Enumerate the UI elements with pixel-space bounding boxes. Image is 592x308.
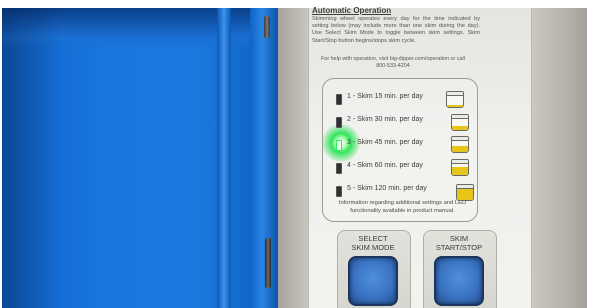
help-contact-text: For help with operation, visit big-dippe… (321, 56, 465, 69)
jar-level-icon (451, 114, 469, 131)
led-indicator (336, 117, 342, 128)
housing-side (532, 8, 587, 308)
skim-mode-row: 5 - Skim 120 min. per day (336, 184, 476, 198)
jar-fill (447, 104, 463, 107)
jar-level-icon (446, 91, 464, 108)
jar-level-icon (456, 184, 474, 201)
automatic-operation-text: Skimming wheel operates every day for th… (312, 16, 480, 44)
skim-mode-label: 5 - Skim 120 min. per day (347, 185, 427, 192)
lid-ridge (217, 8, 231, 308)
skimmer-photo (2, 8, 587, 308)
skim-mode-label: 4 - Skim 60 min. per day (347, 162, 423, 169)
skim-mode-label: 1 - Skim 15 min. per day (347, 93, 423, 100)
jar-fill (452, 126, 468, 130)
photo-frame: Automatic Operation Skimming wheel opera… (0, 0, 592, 308)
jar-lid (452, 137, 468, 141)
jar-level-icon (451, 136, 469, 153)
led-indicator (336, 140, 342, 151)
latch-bottom (265, 238, 271, 288)
skim-start-stop-button[interactable] (434, 256, 484, 306)
jar-level-icon (451, 159, 469, 176)
jar-fill (457, 188, 473, 200)
automatic-operation-title: Automatic Operation (312, 6, 392, 15)
jar-fill (452, 146, 468, 152)
jar-lid (452, 115, 468, 119)
led-indicator (336, 94, 342, 105)
led-indicator (336, 186, 342, 197)
jar-lid (447, 92, 463, 96)
latch-top (264, 16, 270, 38)
skim-mode-label: 3 - Skim 45 min. per day (347, 139, 423, 146)
blue-lid (2, 8, 280, 308)
select-skim-mode-label: SELECT SKIM MODE (351, 234, 395, 252)
manual-info-text: Information regarding additional setting… (338, 200, 467, 214)
skim-start-stop-label: SKIM START/STOP (435, 234, 483, 252)
select-skim-mode-button[interactable] (348, 256, 398, 306)
jar-lid (452, 160, 468, 164)
led-indicator (336, 163, 342, 174)
jar-lid (457, 185, 473, 189)
skim-mode-label: 2 - Skim 30 min. per day (347, 116, 423, 123)
jar-fill (452, 166, 468, 175)
